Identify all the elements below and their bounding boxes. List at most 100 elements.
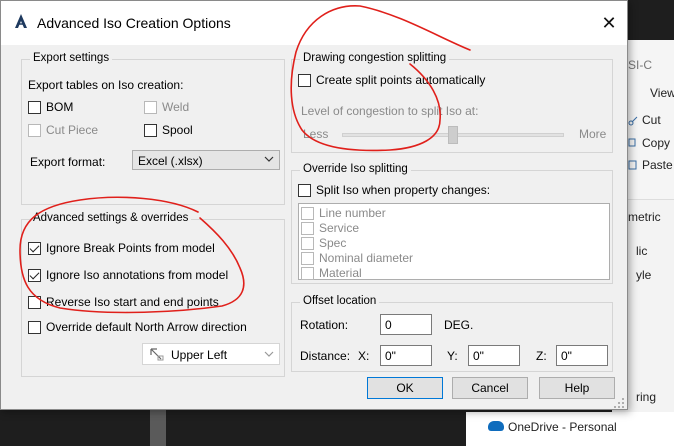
rotation-input[interactable]: 0: [380, 314, 432, 335]
advanced-settings-legend: Advanced settings & overrides: [30, 212, 192, 224]
y-label: Y:: [447, 349, 458, 363]
ignore-break-points-label: Ignore Break Points from model: [46, 241, 215, 255]
list-item-checkbox[interactable]: [301, 206, 314, 220]
cut-piece-label: Cut Piece: [46, 123, 99, 137]
background-text-si-c: SI-C: [628, 58, 652, 72]
export-format-value: Excel (.xlsx): [138, 154, 203, 168]
override-north-arrow-checkbox-box[interactable]: [28, 320, 41, 334]
export-tables-label: Export tables on Iso creation:: [28, 78, 184, 92]
list-item[interactable]: Service: [301, 221, 359, 235]
weld-checkbox-box[interactable]: [144, 100, 157, 114]
ignore-break-points-checkbox-box[interactable]: [28, 241, 41, 255]
spool-label: Spool: [162, 123, 193, 137]
list-item-checkbox[interactable]: [301, 251, 314, 265]
offset-location-legend: Offset location: [300, 295, 380, 307]
reverse-iso-checkbox-box[interactable]: [28, 295, 41, 309]
ignore-annotations-checkbox-box[interactable]: [28, 268, 41, 282]
list-item[interactable]: Spec: [301, 236, 346, 250]
dialog-title: Advanced Iso Creation Options: [37, 15, 231, 31]
z-offset-input[interactable]: 0": [556, 345, 608, 366]
north-arrow-direction-select[interactable]: Upper Left: [142, 343, 280, 365]
override-north-arrow-label: Override default North Arrow direction: [46, 320, 247, 334]
bom-checkbox[interactable]: BOM: [28, 100, 73, 114]
rotation-unit-label: DEG.: [444, 318, 474, 332]
chevron-down-icon: [264, 156, 274, 162]
create-split-points-label: Create split points automatically: [316, 73, 486, 87]
list-item[interactable]: Nominal diameter: [301, 251, 413, 265]
create-split-points-checkbox[interactable]: Create split points automatically: [298, 73, 485, 87]
ignore-break-points-checkbox[interactable]: Ignore Break Points from model: [28, 241, 215, 255]
onedrive-label: OneDrive - Personal: [508, 420, 617, 434]
paste-icon: [628, 160, 637, 170]
override-splitting-group: Override Iso splitting Split Iso when pr…: [291, 163, 613, 284]
bom-checkbox-box[interactable]: [28, 100, 41, 114]
spool-checkbox[interactable]: Spool: [144, 123, 193, 137]
slider-more-label: More: [579, 127, 607, 141]
x-offset-input[interactable]: 0": [380, 345, 432, 366]
drawing-congestion-group: Drawing congestion splitting Create spli…: [291, 52, 613, 153]
cut-piece-checkbox-box[interactable]: [28, 123, 41, 137]
background-text-yle: yle: [636, 268, 652, 282]
weld-label: Weld: [162, 100, 190, 114]
list-item-label: Line number: [319, 206, 386, 220]
split-on-property-label: Split Iso when property changes:: [316, 183, 491, 197]
advanced-iso-creation-dialog: Advanced Iso Creation Options ✕ Export s…: [0, 0, 628, 410]
list-item-label: Material: [319, 266, 362, 280]
list-item-label: Nominal diameter: [319, 251, 414, 265]
list-item-checkbox[interactable]: [301, 236, 314, 250]
split-on-property-checkbox[interactable]: Split Iso when property changes:: [298, 183, 490, 197]
export-settings-legend: Export settings: [30, 52, 113, 64]
background-copy[interactable]: Copy p: [642, 136, 674, 150]
list-item-label: Spec: [319, 236, 347, 250]
create-split-points-checkbox-box[interactable]: [298, 73, 311, 87]
list-item[interactable]: Material: [301, 266, 362, 280]
slider-less-label: Less: [303, 127, 329, 141]
offset-location-group: Offset location Rotation: 0 DEG. Distanc…: [291, 295, 613, 372]
override-splitting-legend: Override Iso splitting: [300, 163, 411, 175]
background-onedrive-item[interactable]: OneDrive - Personal: [466, 412, 674, 446]
list-item[interactable]: Line number: [301, 206, 386, 220]
ok-button[interactable]: OK: [367, 377, 443, 399]
help-button[interactable]: Help: [539, 377, 615, 399]
ignore-annotations-checkbox[interactable]: Ignore Iso annotations from model: [28, 268, 228, 282]
close-button[interactable]: ✕: [595, 9, 623, 37]
export-settings-group: Export settings Export tables on Iso cre…: [21, 52, 285, 205]
chevron-down-icon: [264, 351, 274, 357]
override-north-arrow-checkbox[interactable]: Override default North Arrow direction: [28, 320, 247, 334]
onedrive-icon: [488, 421, 504, 431]
bom-label: BOM: [46, 100, 74, 114]
background-text-view[interactable]: View: [650, 86, 674, 100]
z-label: Z:: [536, 349, 547, 363]
background-text-lic: lic: [636, 244, 648, 258]
background-text-metric: metric: [628, 210, 661, 224]
drawing-congestion-legend: Drawing congestion splitting: [300, 52, 450, 64]
distance-label: Distance:: [300, 349, 351, 363]
reverse-iso-label: Reverse Iso start and end points: [46, 295, 219, 309]
north-arrow-value: Upper Left: [171, 348, 228, 362]
spool-checkbox-box[interactable]: [144, 123, 157, 137]
y-offset-input[interactable]: 0": [468, 345, 520, 366]
resize-grip-icon[interactable]: [613, 397, 625, 409]
dialog-titlebar[interactable]: Advanced Iso Creation Options ✕: [1, 1, 627, 45]
rotation-label: Rotation:: [300, 318, 349, 332]
cut-piece-checkbox[interactable]: Cut Piece: [28, 123, 98, 137]
split-on-property-checkbox-box[interactable]: [298, 183, 311, 197]
list-item-checkbox[interactable]: [301, 266, 314, 280]
autocad-plant-app-icon: [15, 14, 27, 28]
scissors-icon: [628, 116, 638, 126]
congestion-slider-thumb[interactable]: [448, 126, 458, 144]
background-cut[interactable]: Cut: [642, 113, 661, 127]
list-item-checkbox[interactable]: [301, 221, 314, 235]
congestion-level-label: Level of congestion to split Iso at:: [301, 104, 479, 118]
reverse-iso-checkbox[interactable]: Reverse Iso start and end points: [28, 295, 219, 309]
background-paste[interactable]: Paste s: [642, 158, 674, 172]
ignore-annotations-label: Ignore Iso annotations from model: [46, 268, 229, 282]
copy-icon: [628, 138, 636, 147]
split-properties-list[interactable]: Line number Service Spec Nominal diamete…: [298, 203, 610, 280]
weld-checkbox[interactable]: Weld: [144, 100, 189, 114]
background-text-ring: ring: [636, 390, 657, 404]
export-format-select[interactable]: Excel (.xlsx): [132, 150, 280, 170]
cancel-button[interactable]: Cancel: [452, 377, 528, 399]
list-item-label: Service: [319, 221, 360, 235]
export-format-label: Export format:: [30, 155, 106, 169]
